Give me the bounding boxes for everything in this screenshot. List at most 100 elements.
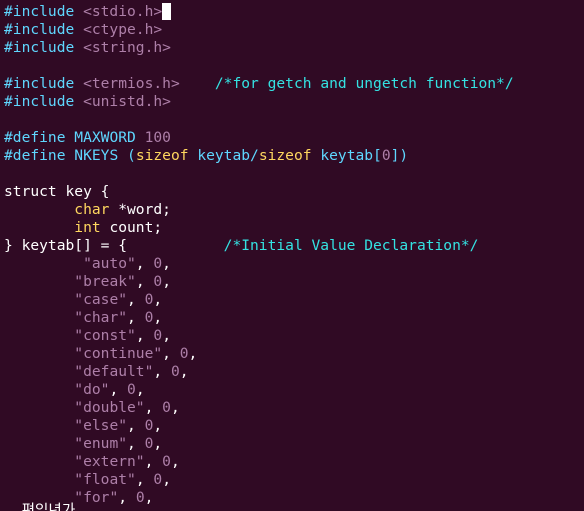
code-token: , (135, 327, 154, 344)
code-token: , (127, 435, 145, 452)
code-token: , (127, 291, 145, 308)
code-line: #define NKEYS (sizeof keytab/sizeof keyt… (0, 147, 584, 165)
terminal-window[interactable]: #include <stdio.h> #include <ctype.h> #inc… (0, 0, 584, 511)
code-token: 0 (162, 399, 171, 416)
code-token: sizeof (135, 147, 189, 164)
code-line: "double", 0, (0, 399, 584, 417)
code-token: , (144, 489, 154, 506)
code-token: "break" (74, 273, 136, 290)
code-token: keytab/ (188, 147, 259, 164)
code-token: , (162, 255, 171, 272)
code-token: "char" (74, 309, 128, 326)
code-line: "continue", 0, (0, 345, 584, 363)
code-token: #include (4, 75, 84, 92)
code-token: , (135, 255, 154, 272)
code-line: struct key { (0, 183, 584, 201)
code-token: "for" (74, 489, 119, 506)
code-token: #include (4, 93, 84, 110)
code-token: , (188, 345, 198, 362)
code-token: "auto" (83, 255, 136, 272)
code-line: "auto", 0, (0, 255, 584, 273)
code-token: , (170, 399, 180, 416)
code-token: , (162, 327, 171, 344)
code-token: struct key { (4, 183, 110, 200)
code-token: , (118, 489, 136, 506)
code-line: "const", 0, (0, 327, 584, 345)
code-line: "default", 0, (0, 363, 584, 381)
code-line: "break", 0, (0, 273, 584, 291)
code-token: , (144, 453, 163, 470)
code-token: #include (4, 3, 84, 20)
code-line: char *word; (0, 201, 584, 219)
code-line: #define MAXWORD 100 (0, 129, 584, 147)
code-token: sizeof (258, 147, 312, 164)
code-token: , (127, 417, 145, 434)
code-token: #include (4, 39, 84, 56)
code-line: #include <stdio.h> (0, 3, 584, 21)
code-line: "enum", 0, (0, 435, 584, 453)
code-line: "else", 0, (0, 417, 584, 435)
code-token: , (162, 471, 171, 488)
code-token: 0 (127, 381, 136, 398)
code-token: 100 (144, 129, 171, 146)
code-token: int (74, 219, 101, 236)
code-token: , (153, 363, 171, 380)
code-token: 0 (179, 345, 189, 362)
code-token: , (179, 363, 189, 380)
code-token: NKEYS ( (74, 147, 136, 164)
code-token: <ctype.h> (83, 21, 163, 38)
code-token: , (153, 291, 163, 308)
code-token: "case" (74, 291, 128, 308)
code-token: "double" (74, 399, 145, 416)
code-token: "const" (74, 327, 136, 344)
code-token: <stdio.h> (83, 3, 163, 20)
code-token: 0 (153, 255, 163, 272)
code-token: /*for getch and ungetch function*/ (214, 75, 514, 92)
code-token: , (153, 417, 163, 434)
code-token: "default" (74, 363, 154, 380)
code-token: "extern" (74, 453, 145, 470)
code-token: 0 (153, 327, 163, 344)
code-line: int count; (0, 219, 584, 237)
code-line: #include <unistd.h> (0, 93, 584, 111)
code-line: "for", 0, (0, 489, 584, 507)
code-line: "char", 0, (0, 309, 584, 327)
code-token: , (109, 381, 128, 398)
code-token: count; (100, 219, 163, 236)
code-token: keytab[ (311, 147, 382, 164)
code-token: 0 (162, 453, 171, 470)
code-token: <unistd.h> (83, 93, 171, 110)
code-token: , (153, 435, 163, 452)
text-cursor (162, 3, 172, 20)
code-token: #include (4, 21, 84, 38)
code-line: #include <termios.h> /*for getch and ung… (0, 75, 584, 93)
code-token: "continue" (74, 345, 163, 362)
code-line: } keytab[] = { /*Initial Value Declarati… (0, 237, 584, 255)
code-token: #define (4, 129, 75, 146)
code-token: 0 (135, 489, 145, 506)
code-token: 0 (153, 273, 163, 290)
code-token: , (162, 345, 180, 362)
code-line: #include <ctype.h> (0, 21, 584, 39)
code-editor[interactable]: #include <stdio.h> #include <ctype.h> #inc… (0, 3, 584, 507)
code-token: , (135, 381, 145, 398)
code-token: 0 (170, 363, 180, 380)
code-token: "else" (74, 417, 128, 434)
